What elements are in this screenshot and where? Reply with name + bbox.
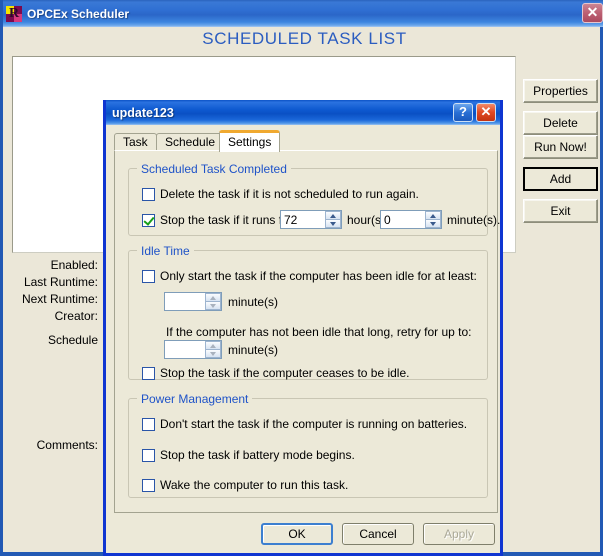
stop-ceases-idle-checkbox-row[interactable]: Stop the task if the computer ceases to …: [142, 366, 409, 380]
hours-spinner-buttons[interactable]: [325, 211, 341, 228]
hours-spinner-down-icon[interactable]: [325, 219, 341, 228]
only-start-idle-checkbox-label: Only start the task if the computer has …: [160, 269, 477, 283]
wake-computer-checkbox[interactable]: [142, 478, 155, 492]
retry-text: If the computer has not been idle that l…: [166, 325, 472, 339]
stop-on-battery-mode-label: Stop the task if battery mode begins.: [160, 448, 355, 462]
retry-minutes-spinner[interactable]: [164, 340, 222, 359]
hours-spinner-up-icon[interactable]: [325, 211, 341, 219]
label-schedule: Schedule: [47, 333, 98, 347]
wake-computer-label: Wake the computer to run this task.: [160, 478, 349, 492]
hours-spinner-value[interactable]: 72: [281, 213, 325, 227]
dialog-title: update123: [112, 105, 174, 120]
retry-minutes-spinner-buttons[interactable]: [205, 341, 221, 358]
battery-mode-checkbox-row[interactable]: Stop the task if battery mode begins.: [142, 448, 355, 462]
tab-settings[interactable]: Settings: [219, 130, 281, 152]
scheduled-task-completed-title: Scheduled Task Completed: [137, 162, 291, 176]
power-management-title: Power Management: [137, 392, 253, 406]
retry-minutes-label: minute(s): [228, 343, 279, 357]
battery-checkbox-row[interactable]: Don't start the task if the computer is …: [142, 417, 467, 431]
close-icon[interactable]: ✕: [582, 3, 603, 23]
delete-task-checkbox-label: Delete the task if it is not scheduled t…: [160, 187, 419, 201]
tab-strip: Task Schedule Settings: [114, 130, 498, 152]
apply-button: Apply: [423, 523, 495, 545]
delete-task-checkbox[interactable]: [142, 187, 155, 201]
idle-minutes-spinner-down-icon[interactable]: [205, 301, 221, 310]
idle-minutes-spinner-buttons[interactable]: [205, 293, 221, 310]
add-button-label: Add: [549, 172, 572, 186]
minutes-spinner-buttons[interactable]: [425, 211, 441, 228]
delete-task-checkbox-row[interactable]: Delete the task if it is not scheduled t…: [142, 187, 419, 201]
run-now-button-label: Run Now!: [534, 140, 587, 154]
run-now-button[interactable]: Run Now!: [523, 135, 598, 159]
minutes-spinner-value[interactable]: 0: [381, 213, 425, 227]
add-button[interactable]: Add: [523, 167, 598, 191]
exit-button[interactable]: Exit: [523, 199, 598, 223]
main-window-title: OPCEx Scheduler: [27, 6, 130, 21]
dialog-close-icon[interactable]: ✕: [476, 103, 496, 122]
hours-spinner[interactable]: 72: [280, 210, 342, 229]
minutes-spinner[interactable]: 0: [380, 210, 442, 229]
cancel-button[interactable]: Cancel: [342, 523, 414, 545]
idle-time-title: Idle Time: [137, 244, 194, 258]
minutes-label: minute(s).: [447, 213, 501, 227]
tab-schedule[interactable]: Schedule: [156, 133, 225, 151]
dialog-titlebar: update123 ? ✕: [106, 100, 500, 125]
delete-button-label: Delete: [543, 116, 578, 130]
only-start-idle-checkbox[interactable]: [142, 269, 155, 283]
idle-minutes-label: minute(s): [228, 295, 279, 309]
label-next-runtime: Next Runtime:: [21, 292, 98, 306]
app-logo-icon: R: [6, 5, 22, 22]
idle-minutes-spinner-up-icon[interactable]: [205, 293, 221, 301]
label-last-runtime: Last Runtime:: [23, 275, 98, 289]
task-properties-dialog: update123 ? ✕ Task Schedule Settings Sch…: [103, 100, 503, 556]
dont-start-on-battery-checkbox[interactable]: [142, 417, 155, 431]
main-window: R OPCEx Scheduler ✕ SCHEDULED TASK LIST …: [0, 0, 603, 556]
stop-ceases-idle-checkbox-label: Stop the task if the computer ceases to …: [160, 366, 410, 380]
exit-button-label: Exit: [550, 204, 571, 218]
help-icon[interactable]: ?: [453, 103, 473, 122]
stop-task-runtime-checkbox-label: Stop the task if it runs for:: [160, 213, 297, 227]
stop-on-battery-mode-checkbox[interactable]: [142, 448, 155, 462]
idle-minutes-spinner[interactable]: [164, 292, 222, 311]
retry-minutes-spinner-up-icon[interactable]: [205, 341, 221, 349]
stop-task-runtime-checkbox[interactable]: [142, 213, 155, 227]
wake-computer-checkbox-row[interactable]: Wake the computer to run this task.: [142, 478, 348, 492]
ok-button[interactable]: OK: [261, 523, 333, 545]
app-logo-letter: R: [8, 5, 20, 21]
label-creator: Creator:: [54, 309, 98, 323]
stop-task-runtime-checkbox-row[interactable]: Stop the task if it runs for:: [142, 213, 296, 227]
page-title: SCHEDULED TASK LIST: [202, 29, 407, 48]
properties-button[interactable]: Properties: [523, 79, 598, 103]
main-titlebar: R OPCEx Scheduler ✕: [3, 0, 603, 27]
delete-button[interactable]: Delete: [523, 111, 598, 135]
retry-minutes-spinner-down-icon[interactable]: [205, 349, 221, 358]
minutes-spinner-up-icon[interactable]: [425, 211, 441, 219]
tab-task[interactable]: Task: [114, 133, 157, 151]
label-enabled: Enabled:: [50, 258, 98, 272]
properties-button-label: Properties: [533, 84, 588, 98]
minutes-spinner-down-icon[interactable]: [425, 219, 441, 228]
label-comments: Comments:: [36, 438, 98, 452]
dont-start-on-battery-label: Don't start the task if the computer is …: [160, 417, 468, 431]
stop-ceases-idle-checkbox[interactable]: [142, 366, 155, 380]
only-start-idle-checkbox-row[interactable]: Only start the task if the computer has …: [142, 269, 477, 283]
